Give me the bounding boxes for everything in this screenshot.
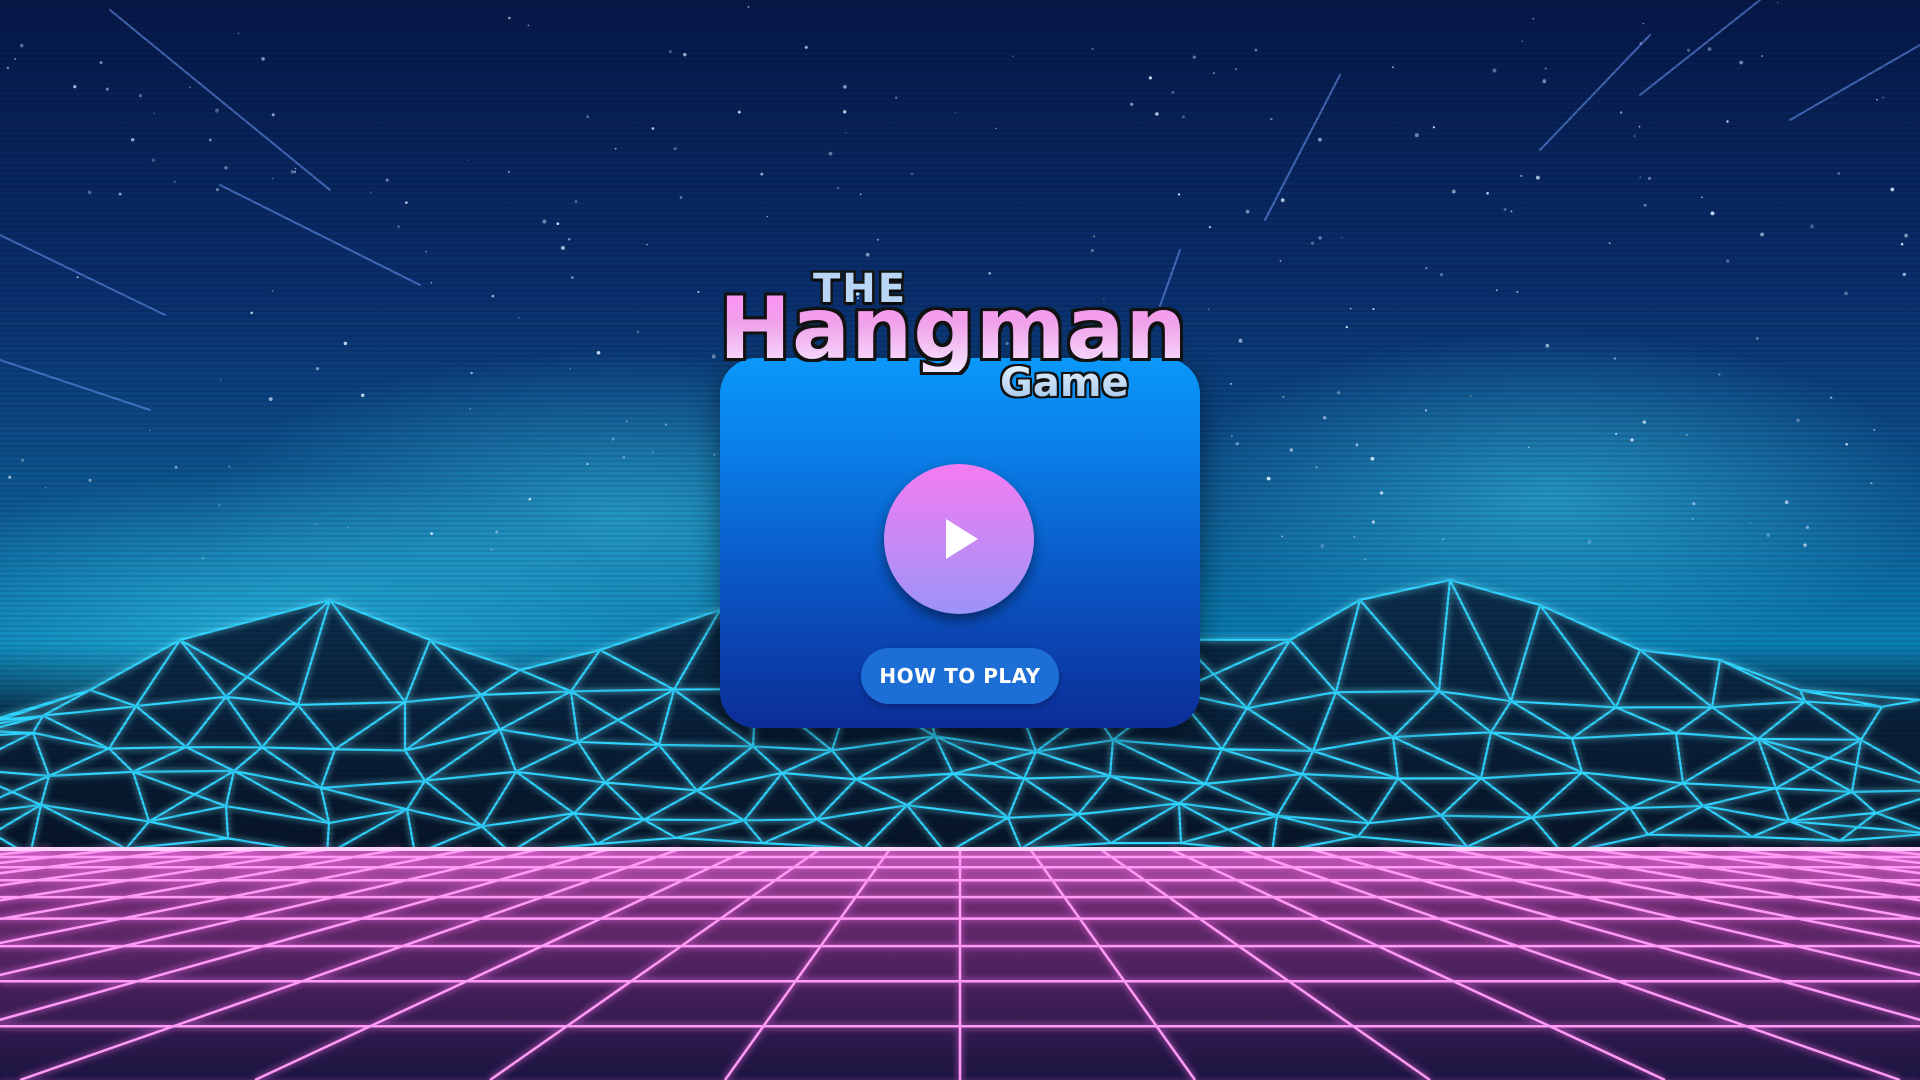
game-screen: THE Hangman Game HOW TO PLAY (0, 0, 1920, 1080)
play-button[interactable] (884, 464, 1034, 614)
main-menu-panel: HOW TO PLAY (720, 358, 1200, 728)
play-icon (946, 519, 978, 559)
title-game: Game (1000, 360, 1129, 406)
game-title-logo: THE Hangman Game (715, 262, 1205, 412)
how-to-play-button[interactable]: HOW TO PLAY (861, 648, 1059, 704)
